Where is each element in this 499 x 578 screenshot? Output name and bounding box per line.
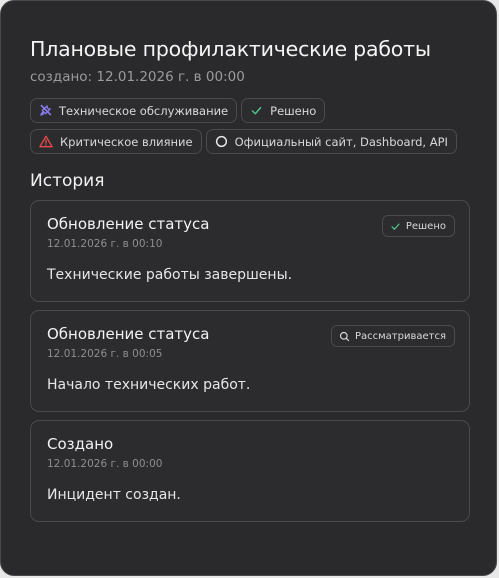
history-item-time: 12.01.2026 г. в 00:00 (47, 458, 163, 470)
history-item-body: Начало технических работ. (47, 377, 251, 393)
status-badge: Рассматривается (330, 325, 455, 347)
check-icon (391, 222, 400, 230)
tag-affected-components: Официальный сайт, Dashboard, API (205, 129, 457, 154)
history-item-body: Технические работы завершены. (47, 267, 293, 283)
tag-status-resolved: Решено (241, 98, 326, 123)
tag-maintenance: Техническое обслуживание (30, 98, 238, 123)
history-item: Обновление статуса 12.01.2026 г. в 00:05… (30, 310, 470, 412)
check-icon (251, 106, 262, 115)
tag-label: Официальный сайт, Dashboard, API (234, 134, 448, 149)
tag-impact-critical: Критическое влияние (30, 129, 202, 154)
circle-icon (215, 135, 227, 148)
history-item-title: Создано (47, 435, 114, 453)
search-icon (339, 331, 350, 341)
history-item: Обновление статуса 12.01.2026 г. в 00:10… (30, 200, 470, 302)
history-item-time: 12.01.2026 г. в 00:05 (47, 348, 163, 360)
tag-label: Решено (270, 103, 317, 118)
tag-label: Критическое влияние (60, 134, 193, 149)
created-timestamp: создано: 12.01.2026 г. в 00:00 (30, 69, 245, 85)
history-item-time: 12.01.2026 г. в 00:10 (47, 238, 163, 250)
incident-title: Плановые профилактические работы (30, 37, 431, 61)
history-item-body: Инцидент создан. (47, 487, 181, 503)
warning-triangle-icon (39, 135, 53, 148)
history-item: Создано 12.01.2026 г. в 00:00 Инцидент с… (30, 420, 470, 522)
tag-label: Техническое обслуживание (59, 103, 229, 118)
incident-panel: Плановые профилактические работы создано… (0, 0, 497, 576)
history-heading: История (30, 171, 105, 191)
wrench-screwdriver-icon (40, 104, 52, 116)
status-badge: Решено (381, 215, 455, 237)
status-badge-label: Решено (405, 220, 446, 232)
status-badge-label: Рассматривается (354, 330, 446, 342)
tag-list: Техническое обслуживание Решено Критичес… (30, 98, 475, 154)
